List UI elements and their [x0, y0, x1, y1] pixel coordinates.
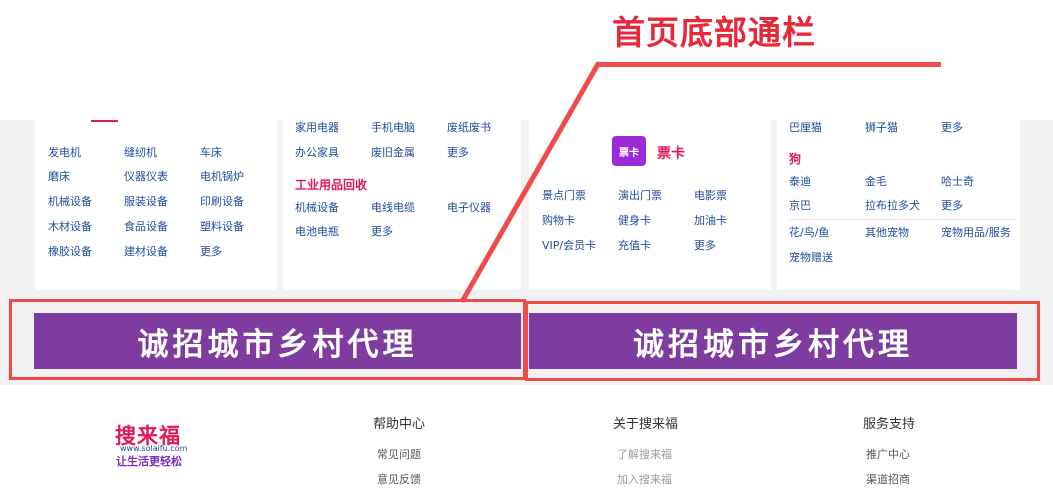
divider	[789, 219, 1017, 220]
category-link[interactable]: VIP/会员卡	[542, 239, 596, 253]
panel-accent-bar	[91, 120, 118, 122]
category-link[interactable]: 服装设备	[124, 195, 168, 209]
category-link[interactable]: 加油卡	[694, 214, 727, 228]
category-link[interactable]: 电影票	[694, 189, 727, 203]
category-link[interactable]: 充值卡	[618, 239, 651, 253]
category-link[interactable]: 机械设备	[295, 201, 339, 215]
category-link[interactable]: 哈士奇	[941, 175, 974, 189]
category-link[interactable]: 车床	[200, 146, 222, 160]
footer-heading-help: 帮助中心	[373, 417, 426, 432]
category-link[interactable]: 建材设备	[124, 245, 168, 259]
category-link[interactable]: 废纸废书	[447, 121, 491, 135]
site-logo-url: www.solaifu.com	[120, 444, 188, 453]
category-link[interactable]: 拉布拉多犬	[865, 199, 920, 213]
category-link[interactable]: 京巴	[789, 199, 811, 213]
category-link[interactable]: 泰迪	[789, 175, 811, 189]
category-link[interactable]: 办公家具	[295, 146, 339, 160]
category-link[interactable]: 购物卡	[542, 214, 575, 228]
footer-link[interactable]: 推广中心	[866, 446, 910, 462]
category-link[interactable]: 食品设备	[124, 220, 168, 234]
category-link[interactable]: 塑料设备	[200, 220, 244, 234]
category-link[interactable]: 橡胶设备	[48, 245, 92, 259]
more-link[interactable]: 更多	[200, 245, 222, 259]
category-link[interactable]: 废旧金属	[371, 146, 415, 160]
category-link[interactable]: 缝纫机	[124, 146, 157, 160]
category-link[interactable]: 宠物用品/服务	[941, 226, 1011, 240]
section-title-tickets[interactable]: 票卡	[657, 143, 685, 163]
section-title-industrial-recycling[interactable]: 工业用品回收	[295, 176, 367, 193]
category-link[interactable]: 电机锅炉	[200, 170, 244, 184]
footer-heading-support: 服务支持	[863, 417, 916, 432]
category-link[interactable]: 电子仪器	[447, 201, 491, 215]
category-link[interactable]: 机械设备	[48, 195, 92, 209]
category-link[interactable]: 电线电缆	[371, 201, 415, 215]
category-link[interactable]: 花/鸟/鱼	[789, 226, 829, 240]
category-link[interactable]: 宠物赠送	[789, 251, 833, 265]
category-link[interactable]: 印刷设备	[200, 195, 244, 209]
category-panel-tickets	[529, 120, 771, 290]
ticket-card-icon: 票卡	[612, 136, 646, 166]
category-link[interactable]: 狮子猫	[865, 121, 898, 135]
footer-link[interactable]: 加入搜来福	[617, 471, 672, 487]
more-link[interactable]: 更多	[371, 225, 393, 239]
category-link[interactable]: 磨床	[48, 170, 70, 184]
category-link[interactable]: 演出门票	[618, 189, 662, 203]
more-link[interactable]: 更多	[694, 239, 716, 253]
category-link[interactable]: 手机电脑	[371, 121, 415, 135]
annotation-title: 首页底部通栏	[612, 13, 816, 52]
category-link[interactable]: 家用电器	[295, 121, 339, 135]
footer-link[interactable]: 意见反馈	[377, 471, 421, 487]
category-link[interactable]: 健身卡	[618, 214, 651, 228]
category-link[interactable]: 景点门票	[542, 189, 586, 203]
annotation-highlight-box-left	[9, 299, 526, 380]
category-link[interactable]: 金毛	[865, 175, 887, 189]
footer-heading-about: 关于搜来福	[613, 417, 679, 432]
more-link[interactable]: 更多	[941, 199, 963, 213]
annotation-line	[596, 62, 941, 67]
footer-link[interactable]: 了解搜来福	[617, 446, 672, 462]
footer-link[interactable]: 渠道招商	[866, 471, 910, 487]
category-link[interactable]: 发电机	[48, 146, 81, 160]
category-link[interactable]: 电池电瓶	[295, 225, 339, 239]
category-link[interactable]: 其他宠物	[865, 226, 909, 240]
section-title-dogs[interactable]: 狗	[789, 150, 801, 167]
category-link[interactable]: 仪器仪表	[124, 170, 168, 184]
category-link[interactable]: 木材设备	[48, 220, 92, 234]
more-link[interactable]: 更多	[941, 121, 963, 135]
category-link[interactable]: 巴厘猫	[789, 121, 822, 135]
more-link[interactable]: 更多	[447, 146, 469, 160]
annotation-highlight-box-right	[525, 301, 1040, 381]
site-logo-slogan: 让生活更轻松	[116, 455, 182, 468]
footer-link[interactable]: 常见问题	[377, 446, 421, 462]
